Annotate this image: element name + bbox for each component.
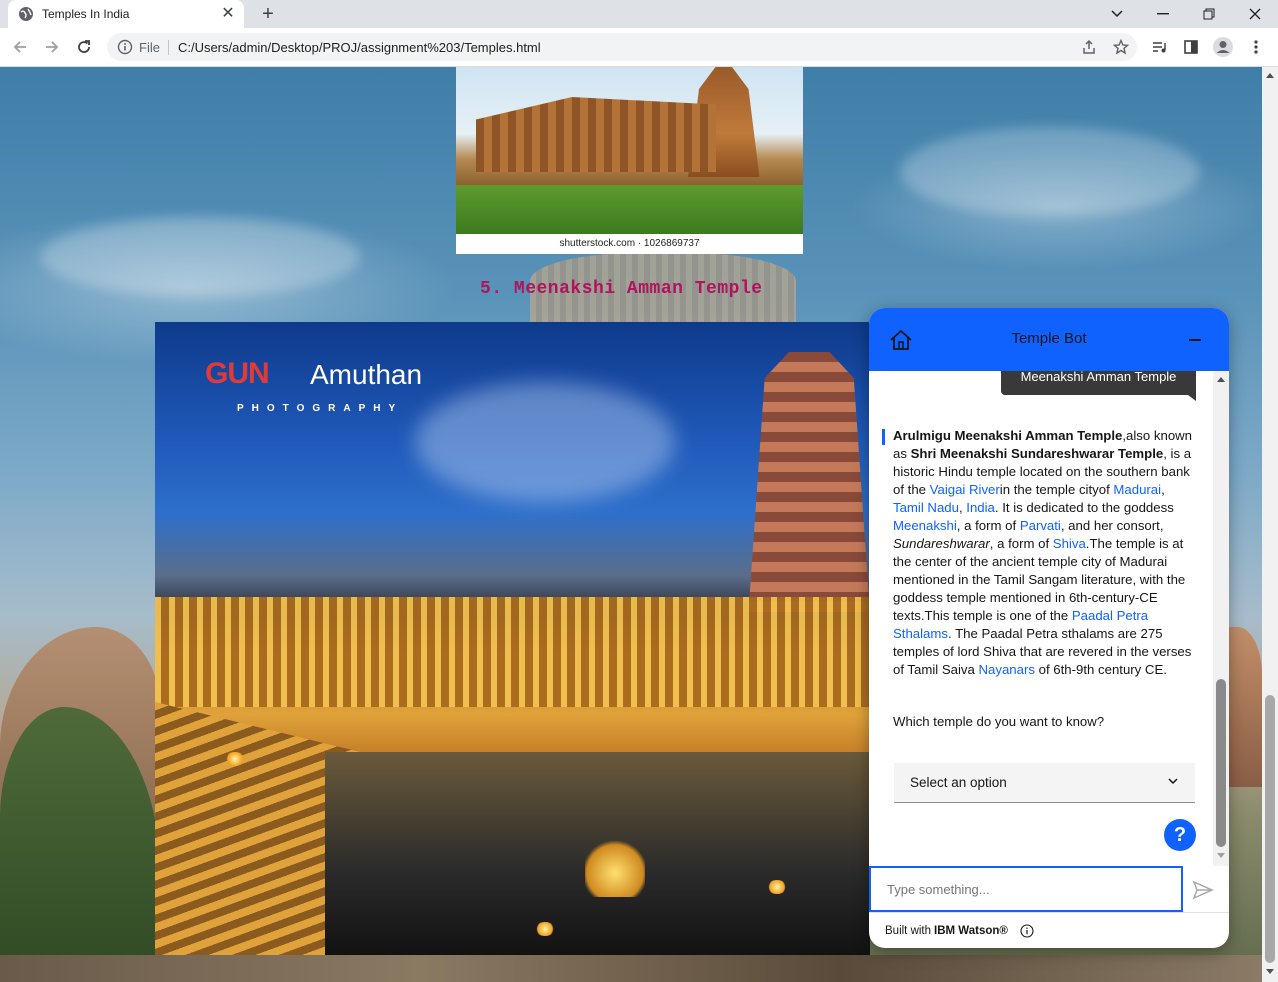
scrollbar-thumb[interactable]	[1216, 679, 1226, 847]
scroll-down-icon[interactable]	[1266, 969, 1274, 974]
chat-messages[interactable]: Meenakshi Amman Temple Arulmigu Meenaksh…	[869, 371, 1229, 866]
temple-select-dropdown[interactable]: Select an option	[894, 763, 1195, 803]
back-icon[interactable]	[7, 34, 33, 60]
globe-icon	[19, 7, 33, 21]
bot-text: , and her consort,	[1060, 518, 1164, 533]
chat-message-input[interactable]	[869, 866, 1183, 912]
temple-photo-4: shutterstock.com · 1026869737	[456, 67, 803, 254]
background-cloud	[40, 217, 360, 297]
footer-brand: IBM Watson®	[934, 924, 1008, 937]
bot-text: . It is dedicated to the goddess	[994, 500, 1174, 515]
page-scrollbar[interactable]	[1262, 67, 1278, 982]
temple-heading: 5. Meenakshi Amman Temple	[480, 279, 763, 299]
side-panel-icon[interactable]	[1178, 34, 1204, 60]
temple-photo-meenakshi: GUN Amuthan PHOTOGRAPHY	[155, 322, 870, 955]
bot-text: Arulmigu Meenakshi Amman Temple	[893, 428, 1123, 443]
link-shiva[interactable]: Shiva	[1053, 536, 1086, 551]
new-tab-button[interactable]: +	[256, 2, 280, 26]
logo-amuthan-text: Amuthan	[310, 359, 423, 390]
address-bar[interactable]: File C:/Users/admin/Desktop/PROJ/assignm…	[107, 33, 1137, 61]
browser-tabstrip: Temples In India ✕ +	[0, 0, 1278, 28]
link-vaigai-river[interactable]: Vaigai River	[930, 482, 1000, 497]
browser-tab[interactable]: Temples In India ✕	[8, 0, 244, 28]
tab-title: Temples In India	[42, 7, 130, 21]
bot-question: Which temple do you want to know?	[893, 714, 1105, 729]
bot-message: Arulmigu Meenakshi Amman Temple,also kno…	[893, 427, 1198, 679]
info-icon[interactable]	[117, 39, 133, 55]
photo-caption: shutterstock.com · 1026869737	[559, 238, 700, 249]
help-button[interactable]: ?	[1164, 819, 1196, 851]
url-scheme: File	[139, 39, 169, 55]
share-icon[interactable]	[1073, 33, 1105, 61]
link-madurai[interactable]: Madurai	[1113, 482, 1161, 497]
send-icon[interactable]	[1191, 878, 1215, 902]
bot-text: , a form of	[956, 518, 1020, 533]
reading-list-icon[interactable]	[1146, 34, 1172, 60]
reload-icon[interactable]	[71, 34, 97, 60]
bookmark-star-icon[interactable]	[1105, 33, 1137, 61]
bot-text: of 6th-9th century CE.	[1034, 662, 1167, 677]
bot-text: ,	[1161, 482, 1165, 497]
profile-avatar-icon[interactable]	[1210, 34, 1236, 60]
logo-photography-text: PHOTOGRAPHY	[237, 403, 404, 414]
scroll-up-icon[interactable]	[1266, 73, 1274, 78]
link-parvati[interactable]: Parvati	[1020, 518, 1061, 533]
bot-message-indicator	[882, 429, 885, 445]
menu-kebab-icon[interactable]	[1243, 34, 1269, 60]
tab-close-icon[interactable]: ✕	[220, 6, 236, 22]
footer-built-with: Built with	[885, 924, 932, 937]
restore-icon[interactable]	[1186, 0, 1232, 28]
scroll-up-icon[interactable]	[1217, 377, 1225, 382]
url-text[interactable]: C:/Users/admin/Desktop/PROJ/assignment%2…	[178, 40, 1073, 55]
link-tamil-nadu[interactable]: Tamil Nadu	[893, 500, 959, 515]
minimize-chat-icon[interactable]	[1189, 339, 1201, 341]
chat-footer: Built with IBM Watson®	[869, 912, 1229, 948]
chevron-down-icon	[1168, 778, 1178, 785]
scroll-down-icon[interactable]	[1217, 853, 1225, 858]
background-ruins	[0, 955, 1262, 982]
link-india[interactable]: India	[966, 500, 995, 515]
photographer-logo: GUN Amuthan PHOTOGRAPHY	[205, 357, 445, 417]
minimize-icon[interactable]	[1140, 0, 1186, 28]
bot-text: , a form of	[989, 536, 1053, 551]
background-cloud	[900, 127, 1200, 217]
photo-brihadeeswara	[456, 67, 803, 234]
chat-header: Temple Bot	[869, 308, 1229, 371]
browser-toolbar: File C:/Users/admin/Desktop/PROJ/assignm…	[0, 28, 1278, 67]
bot-text: in the temple cityof	[999, 482, 1114, 497]
link-meenakshi[interactable]: Meenakshi	[893, 518, 957, 533]
scrollbar-thumb[interactable]	[1265, 695, 1275, 963]
info-icon[interactable]	[1020, 923, 1034, 938]
logo-gun-text: GUN	[205, 357, 270, 390]
select-value: Select an option	[910, 775, 1007, 790]
forward-icon[interactable]	[39, 34, 65, 60]
user-message: Meenakshi Amman Temple	[1001, 371, 1196, 401]
bot-text: Shri Meenakshi Sundareshwarar Temple	[910, 446, 1164, 461]
close-window-icon[interactable]	[1232, 0, 1278, 28]
link-nayanars[interactable]: Nayanars	[979, 662, 1035, 677]
chat-title: Temple Bot	[1011, 330, 1087, 347]
chat-widget: Temple Bot Meenakshi Amman Temple Arulmi…	[869, 308, 1229, 948]
tab-search-icon[interactable]	[1094, 0, 1140, 28]
bot-text: Sundareshwarar	[893, 536, 990, 551]
chat-scrollbar[interactable]	[1213, 371, 1229, 866]
